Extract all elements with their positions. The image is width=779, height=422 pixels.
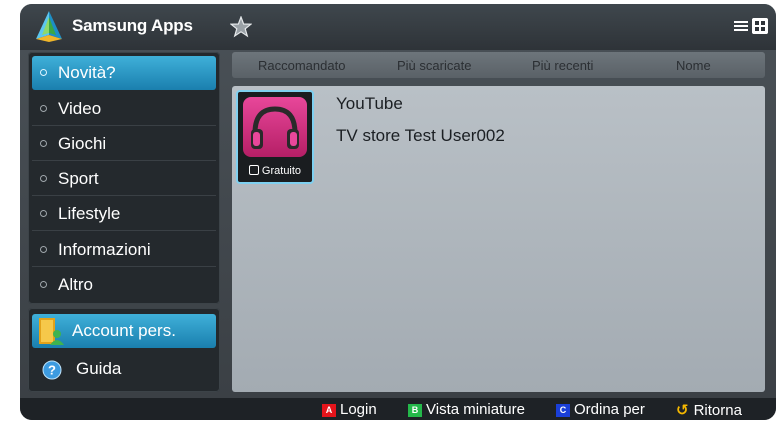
app-seller: TV store Test User002 <box>336 126 505 145</box>
account-help-panel: Account pers. ? Guida <box>28 308 220 392</box>
view-toggle <box>733 18 768 34</box>
app-title: Samsung Apps <box>72 16 193 35</box>
bullet-icon <box>40 175 47 182</box>
account-folder-icon <box>39 318 64 345</box>
hint-label: Ordina per <box>574 401 645 418</box>
sort-tabs: Raccomandato Più scaricate Più recenti N… <box>232 52 765 78</box>
samsung-apps-logo-icon <box>36 11 62 42</box>
help-icon: ? <box>42 360 62 380</box>
green-key-icon: B <box>408 404 422 417</box>
bullet-icon <box>40 140 47 147</box>
star-icon[interactable] <box>230 16 252 38</box>
bullet-icon <box>40 210 47 217</box>
hint-sort-by[interactable]: C Ordina per <box>556 401 645 418</box>
tab-piu-scaricate[interactable]: Più scaricate <box>397 58 471 73</box>
headphones-icon <box>251 106 299 149</box>
category-sport[interactable]: Sport <box>32 162 216 196</box>
category-informazioni[interactable]: Informazioni <box>32 233 216 267</box>
hint-label: Login <box>340 401 377 418</box>
hint-label: Vista miniature <box>426 401 525 418</box>
blue-key-icon: C <box>556 404 570 417</box>
category-label: Informazioni <box>58 240 151 259</box>
category-sidebar: Novità? Video Giochi Sport Lifestyle Inf… <box>28 52 220 304</box>
account-label: Account pers. <box>72 321 176 340</box>
app-name: YouTube <box>336 94 403 113</box>
help-button[interactable]: ? Guida <box>32 354 216 386</box>
list-view-icon[interactable] <box>733 18 749 34</box>
tab-nome[interactable]: Nome <box>676 58 711 73</box>
bullet-icon <box>40 69 47 76</box>
tab-piu-recenti[interactable]: Più recenti <box>532 58 593 73</box>
tab-raccomandato[interactable]: Raccomandato <box>258 58 345 73</box>
button-hints-bar: A Login B Vista miniature C Ordina per ↺ Rit… <box>20 398 776 420</box>
red-key-icon: A <box>322 404 336 417</box>
price-badge: Gratuito <box>238 165 312 177</box>
category-label: Altro <box>58 275 93 294</box>
help-label: Guida <box>76 359 122 378</box>
app-window: Samsung Apps Novità? Video Giochi Sport … <box>20 4 776 420</box>
download-icon <box>248 165 259 175</box>
category-novita[interactable]: Novità? <box>32 56 216 90</box>
bullet-icon <box>40 246 47 253</box>
hint-return[interactable]: ↺ Ritorna <box>676 401 742 419</box>
grid-view-icon[interactable] <box>752 18 768 34</box>
bullet-icon <box>40 281 47 288</box>
category-label: Novità? <box>58 63 116 82</box>
category-label: Sport <box>58 169 99 188</box>
bullet-icon <box>40 105 47 112</box>
account-button[interactable]: Account pers. <box>32 314 216 348</box>
category-lifestyle[interactable]: Lifestyle <box>32 197 216 231</box>
category-label: Video <box>58 99 102 118</box>
category-label: Giochi <box>58 134 107 153</box>
svg-text:?: ? <box>48 363 56 378</box>
hint-login[interactable]: A Login <box>322 401 377 418</box>
price-label: Gratuito <box>261 165 302 177</box>
app-icon <box>243 97 307 157</box>
category-altro[interactable]: Altro <box>32 268 216 302</box>
category-giochi[interactable]: Giochi <box>32 127 216 161</box>
hint-thumbnail-view[interactable]: B Vista miniature <box>408 401 525 418</box>
return-icon: ↺ <box>676 402 689 419</box>
category-label: Lifestyle <box>58 204 121 223</box>
app-list-area: Gratuito YouTube TV store Test User002 <box>232 86 765 392</box>
app-tile-youtube[interactable]: Gratuito <box>236 90 314 184</box>
hint-label: Ritorna <box>693 402 742 419</box>
category-video[interactable]: Video <box>32 92 216 126</box>
top-bar: Samsung Apps <box>20 4 776 50</box>
